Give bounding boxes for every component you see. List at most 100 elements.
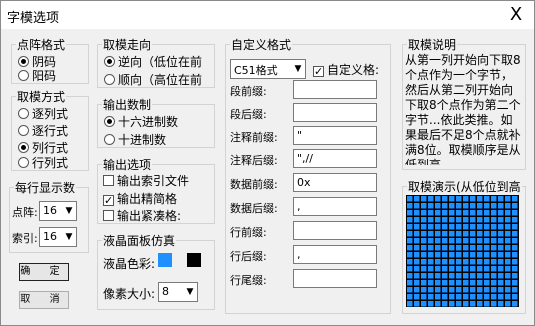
- field-input[interactable]: [293, 269, 377, 288]
- dot-matrix-cell: [470, 252, 476, 258]
- index-count-select[interactable]: 16 ▼: [39, 227, 77, 247]
- dot-matrix-cell: [407, 231, 413, 237]
- radio-forward[interactable]: 顺向（高位在前: [104, 71, 214, 88]
- dot-matrix-cell: [484, 238, 490, 244]
- field-input[interactable]: ,: [293, 245, 377, 264]
- dot-matrix-cell: [498, 203, 504, 209]
- close-button[interactable]: X: [504, 4, 528, 26]
- dot-matrix-cell: [442, 301, 448, 307]
- checkbox-output-compact-format[interactable]: ✓ 输出精简格: [103, 190, 177, 207]
- checkbox-output-index-file[interactable]: 输出索引文件: [103, 172, 189, 189]
- dot-matrix-cell: [463, 217, 469, 223]
- radio-decimal[interactable]: 十进制数: [104, 131, 166, 148]
- dot-matrix-cell: [477, 203, 483, 209]
- dot-matrix-cell: [421, 266, 427, 272]
- pixel-size-select[interactable]: 8 ▼: [158, 282, 198, 302]
- index-count-value: 16: [43, 230, 57, 243]
- dot-matrix-cell: [428, 217, 434, 223]
- dot-matrix-cell: [484, 280, 490, 286]
- dot-matrix-cell: [421, 238, 427, 244]
- radio-icon: [104, 56, 115, 67]
- dot-matrix-cell: [407, 210, 413, 216]
- dot-matrix-cell: [463, 266, 469, 272]
- dot-matrix-cell: [435, 301, 441, 307]
- dot-matrix-cell: [463, 231, 469, 237]
- field-label: 行尾缀:: [230, 274, 267, 287]
- dot-matrix-cell: [498, 280, 504, 286]
- radio-positive-code[interactable]: 阳码: [18, 67, 56, 84]
- dot-matrix-cell: [498, 252, 504, 258]
- dot-matrix-cell: [442, 217, 448, 223]
- lcd-foreground-color-swatch[interactable]: [158, 253, 172, 267]
- dot-matrix-cell: [491, 259, 497, 265]
- dot-matrix-cell: [505, 224, 511, 230]
- dot-matrix-cell: [428, 280, 434, 286]
- checkbox-custom-format[interactable]: ✓ 自定义格:: [313, 61, 389, 78]
- radio-row-by-row[interactable]: 逐行式: [18, 122, 68, 139]
- field-input[interactable]: ",//: [293, 149, 377, 168]
- dot-matrix-cell: [442, 252, 448, 258]
- dot-matrix-cell: [498, 196, 504, 202]
- dot-matrix-cell: [505, 196, 511, 202]
- direction-label: 取模走向: [102, 36, 153, 53]
- field-input[interactable]: ,: [293, 197, 377, 216]
- dot-matrix-cell: [442, 238, 448, 244]
- dot-matrix-cell: [407, 196, 413, 202]
- dot-matrix-cell: [449, 287, 455, 293]
- field-label: 数据后缀:: [230, 202, 278, 215]
- cancel-button[interactable]: 取 消: [19, 291, 69, 309]
- dot-matrix-cell: [470, 280, 476, 286]
- dot-matrix-cell: [512, 287, 518, 293]
- dot-matrix-cell: [463, 301, 469, 307]
- radio-icon: [18, 142, 29, 153]
- dot-matrix-cell: [456, 280, 462, 286]
- dot-matrix-cell: [491, 231, 497, 237]
- index-count-label: 索引:: [12, 232, 38, 245]
- ok-button[interactable]: 确 定: [19, 263, 69, 281]
- dot-matrix-cell: [428, 294, 434, 300]
- radio-reverse[interactable]: 逆向（低位在前: [104, 53, 214, 70]
- dot-matrix-cell: [470, 224, 476, 230]
- field-input[interactable]: ": [293, 126, 377, 145]
- lcd-background-color-swatch[interactable]: [187, 253, 201, 267]
- checkbox-label: 输出精简格: [117, 192, 178, 206]
- radio-label: 十六进制数: [118, 115, 179, 129]
- dot-matrix-cell: [435, 252, 441, 258]
- radio-row-column[interactable]: 行列式: [18, 154, 68, 171]
- mold-demo-label: 取模演示(从低位到高: [407, 178, 522, 195]
- radio-hexadecimal[interactable]: 十六进制数: [104, 113, 178, 130]
- dot-matrix-cell: [449, 238, 455, 244]
- field-input[interactable]: [293, 221, 377, 240]
- dot-matrix-cell: [477, 238, 483, 244]
- lcd-color-label: 液晶色彩:: [103, 257, 156, 271]
- dot-matrix-cell: [512, 273, 518, 279]
- dot-matrix-cell: [449, 231, 455, 237]
- field-input[interactable]: [293, 103, 377, 122]
- dot-matrix-cell: [449, 252, 455, 258]
- dot-matrix-cell: [505, 287, 511, 293]
- dot-matrix-cell: [421, 210, 427, 216]
- dot-matrix-cell: [484, 210, 490, 216]
- font-options-window: 字模选项 X 点阵格式 阴码 阳码 取模方式 逐列式 逐行式 列行式 行列式 每…: [0, 0, 535, 326]
- dot-matrix-cell: [470, 238, 476, 244]
- field-input[interactable]: [293, 80, 377, 99]
- dot-matrix-cell: [491, 287, 497, 293]
- dot-matrix-cell: [512, 301, 518, 307]
- dot-matrix-cell: [470, 245, 476, 251]
- dot-matrix-cell: [484, 287, 490, 293]
- format-select[interactable]: C51格式 ▼: [230, 59, 306, 79]
- dot-matrix-cell: [512, 245, 518, 251]
- field-label: 注释后缀:: [230, 154, 278, 167]
- dot-count-select[interactable]: 16 ▼: [39, 201, 77, 221]
- dot-matrix-cell: [449, 217, 455, 223]
- field-input[interactable]: 0x: [293, 173, 377, 192]
- checkbox-output-tight-format[interactable]: 输出紧凑格:: [103, 207, 181, 224]
- dot-matrix-cell: [484, 231, 490, 237]
- dot-matrix-cell: [421, 273, 427, 279]
- radio-column-by-column[interactable]: 逐列式: [18, 105, 68, 122]
- dot-matrix-cell: [505, 203, 511, 209]
- dot-matrix-cell: [407, 245, 413, 251]
- dot-matrix-cell: [484, 203, 490, 209]
- dot-matrix-cell: [435, 280, 441, 286]
- radio-label: 逐行式: [32, 124, 69, 138]
